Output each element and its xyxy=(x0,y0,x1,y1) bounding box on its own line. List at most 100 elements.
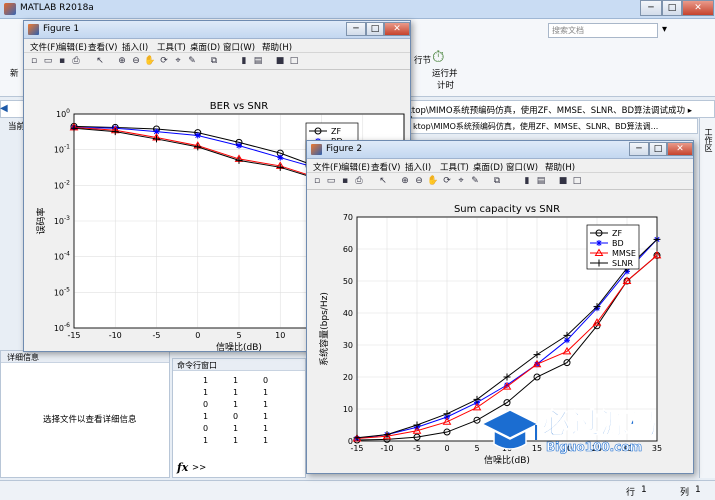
menu-item[interactable]: 窗口(W) xyxy=(223,41,255,53)
data-cursor-icon[interactable]: ⌖ xyxy=(455,175,467,187)
workspace-side-panel[interactable]: 工作区 xyxy=(699,118,715,478)
matrix-cell: 0 xyxy=(203,424,209,433)
print-icon[interactable]: ⎙ xyxy=(353,175,365,187)
ribbon-section-label[interactable]: 行节 xyxy=(414,54,431,66)
graduation-cap-icon xyxy=(480,409,540,450)
marker-star xyxy=(194,132,201,139)
zoom-out-icon[interactable]: ⊖ xyxy=(130,55,142,67)
matrix-row: 1 1 0 xyxy=(203,375,293,387)
figure-2-maximize-button[interactable]: □ xyxy=(649,142,667,156)
zoom-out-icon[interactable]: ⊖ xyxy=(413,175,425,187)
matrix-cell: 1 xyxy=(203,376,209,385)
figure-1-close-button[interactable]: ✕ xyxy=(384,22,410,36)
menu-item[interactable]: 插入(I) xyxy=(405,161,431,173)
x-tick-label: 0 xyxy=(195,331,200,340)
menu-item[interactable]: 窗口(W) xyxy=(506,161,538,173)
legend-label: MMSE xyxy=(612,249,636,258)
figure-1-titlebar[interactable]: Figure 1 ─ □ ✕ xyxy=(24,21,410,39)
figure-1-toolbar: ▫ ▭ ▪ ⎙ ↖ ⊕ ⊖ ✋ ⟳ ⌖ ✎ ⧉ ▮ ▤ ■ □ xyxy=(24,53,410,70)
colorbar-icon[interactable]: ▮ xyxy=(238,55,250,67)
menu-item[interactable]: 桌面(D) xyxy=(473,161,503,173)
x-axis-label: 信噪比(dB) xyxy=(216,341,262,351)
brush-icon[interactable]: ✎ xyxy=(469,175,481,187)
legend-icon[interactable]: ▤ xyxy=(535,175,547,187)
menu-item[interactable]: 工具(T) xyxy=(440,161,469,173)
rotate-icon[interactable]: ⟳ xyxy=(158,55,170,67)
run-and-time-icon[interactable]: ⏱ xyxy=(432,47,454,67)
show-tools-icon[interactable]: □ xyxy=(571,175,583,187)
figure-2-minimize-button[interactable]: ─ xyxy=(629,142,649,156)
menu-item[interactable]: 插入(I) xyxy=(122,41,148,53)
print-icon[interactable]: ⎙ xyxy=(70,55,82,67)
brush-icon[interactable]: ✎ xyxy=(186,55,198,67)
zoom-in-icon[interactable]: ⊕ xyxy=(116,55,128,67)
legend-label: SLNR xyxy=(612,259,634,268)
close-button[interactable]: ✕ xyxy=(682,0,714,16)
pan-icon[interactable]: ✋ xyxy=(427,175,439,187)
save-icon[interactable]: ▪ xyxy=(56,55,68,67)
menu-item[interactable]: 帮助(H) xyxy=(262,41,292,53)
menu-item[interactable]: 帮助(H) xyxy=(545,161,575,173)
y-tick-label: 10-1 xyxy=(54,144,70,155)
show-tools-icon[interactable]: □ xyxy=(288,55,300,67)
open-icon[interactable]: ▭ xyxy=(325,175,337,187)
figure-2-close-button[interactable]: ✕ xyxy=(667,142,693,156)
function-browser-icon[interactable]: fx xyxy=(177,461,188,474)
pointer-icon[interactable]: ↖ xyxy=(94,55,106,67)
zoom-in-icon[interactable]: ⊕ xyxy=(399,175,411,187)
new-figure-icon[interactable]: ▫ xyxy=(28,55,40,67)
run-and-time-label-1[interactable]: 运行并 xyxy=(432,67,458,79)
marker-star xyxy=(277,154,284,161)
menu-item[interactable]: 查看(V) xyxy=(88,41,117,53)
menu-item[interactable]: 桌面(D) xyxy=(190,41,220,53)
hide-tools-icon[interactable]: ■ xyxy=(274,55,286,67)
menu-item[interactable]: 编辑(E) xyxy=(341,161,370,173)
menu-item[interactable]: 查看(V) xyxy=(371,161,400,173)
menu-item[interactable]: 文件(F) xyxy=(313,161,342,173)
filter-icon[interactable]: ▾ xyxy=(662,24,667,35)
matrix-row: 1 1 1 xyxy=(203,387,293,399)
new-figure-icon[interactable]: ▫ xyxy=(311,175,323,187)
watermark-url: Biguo100.com xyxy=(546,440,643,455)
matrix-cell: 1 xyxy=(263,412,269,421)
menu-item[interactable]: 文件(F) xyxy=(30,41,59,53)
pan-icon[interactable]: ✋ xyxy=(144,55,156,67)
matrix-cell: 1 xyxy=(263,436,269,445)
maximize-button[interactable]: □ xyxy=(662,0,682,16)
run-and-time-label-2[interactable]: 计时 xyxy=(437,79,454,91)
hide-tools-icon[interactable]: ■ xyxy=(557,175,569,187)
x-tick-label: 5 xyxy=(236,331,241,340)
back-arrow-icon[interactable]: ◀ xyxy=(0,103,8,114)
x-tick-label: -5 xyxy=(413,444,421,453)
editor-tab-path[interactable]: ktop\MIMO系统预编码仿真，使用ZF、MMSE、SLNR、BD算法调... xyxy=(408,118,698,134)
figure-1-minimize-button[interactable]: ─ xyxy=(346,22,366,36)
matrix-cell: 1 xyxy=(263,400,269,409)
ribbon-new-label[interactable]: 新 xyxy=(10,67,19,79)
search-docs-input[interactable]: 搜索文档 xyxy=(548,23,658,38)
legend-icon[interactable]: ▤ xyxy=(252,55,264,67)
command-prompt[interactable]: >> xyxy=(192,463,206,473)
matrix-cell: 1 xyxy=(233,388,239,397)
y-tick-label: 50 xyxy=(343,277,353,286)
x-tick-label: -15 xyxy=(67,331,80,340)
command-window[interactable]: 命令行窗口 1 1 0 1 1 1 0 1 1 1 0 1 0 1 1 1 1 1 fx >> xyxy=(172,358,306,478)
figure-2-titlebar[interactable]: Figure 2 ─ □ ✕ xyxy=(307,141,693,159)
pointer-icon[interactable]: ↖ xyxy=(377,175,389,187)
open-icon[interactable]: ▭ xyxy=(42,55,54,67)
y-tick-label: 10-5 xyxy=(54,286,70,297)
detail-header: 详细信息 xyxy=(1,351,169,363)
save-icon[interactable]: ▪ xyxy=(339,175,351,187)
link-icon[interactable]: ⧉ xyxy=(208,55,220,67)
data-cursor-icon[interactable]: ⌖ xyxy=(172,55,184,67)
row-label: 行 xyxy=(626,488,636,498)
minimize-button[interactable]: ─ xyxy=(640,0,662,16)
command-output: 1 1 0 1 1 1 0 1 1 1 0 1 0 1 1 1 1 1 xyxy=(203,375,293,447)
menu-item[interactable]: 工具(T) xyxy=(157,41,186,53)
x-tick-label: -10 xyxy=(380,444,393,453)
figure-1-maximize-button[interactable]: □ xyxy=(366,22,384,36)
link-icon[interactable]: ⧉ xyxy=(491,175,503,187)
colorbar-icon[interactable]: ▮ xyxy=(521,175,533,187)
menu-item[interactable]: 编辑(E) xyxy=(58,41,87,53)
rotate-icon[interactable]: ⟳ xyxy=(441,175,453,187)
x-tick-label: 0 xyxy=(444,444,449,453)
